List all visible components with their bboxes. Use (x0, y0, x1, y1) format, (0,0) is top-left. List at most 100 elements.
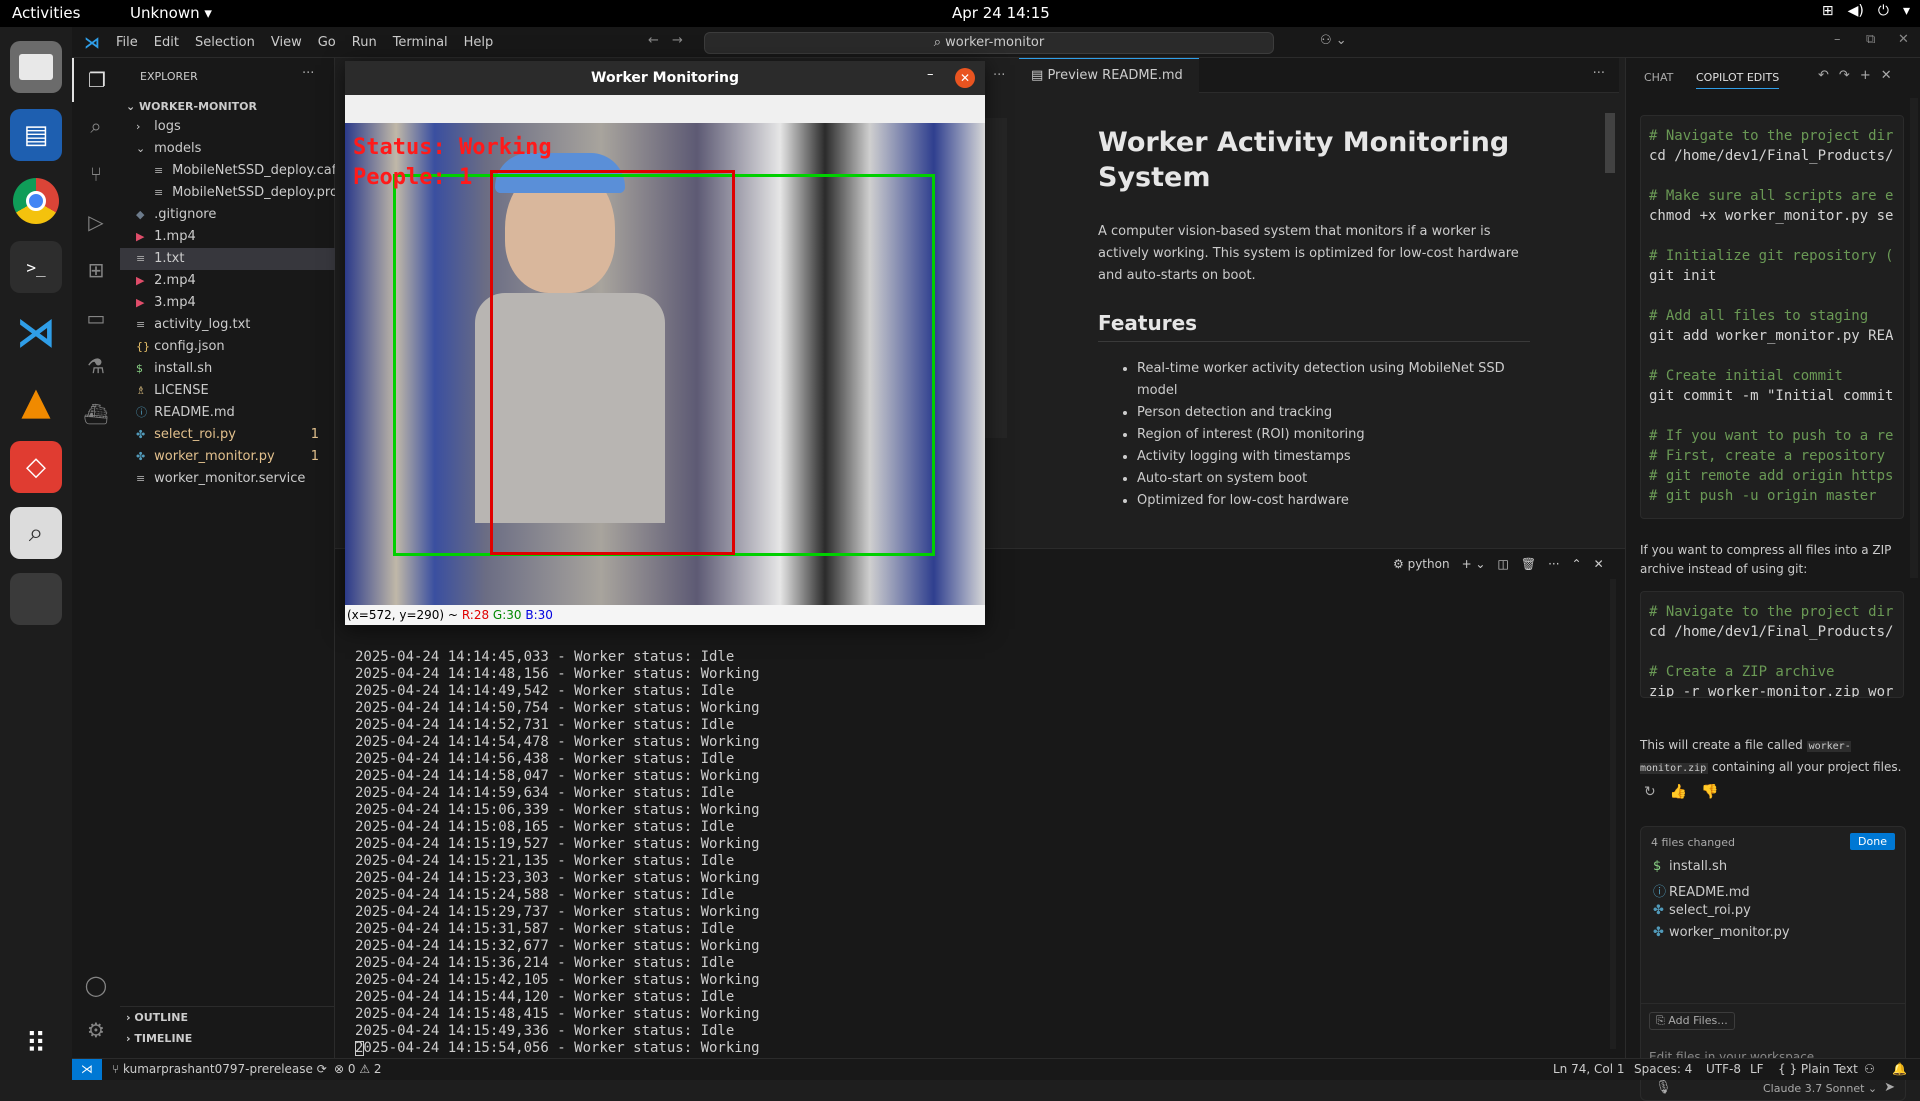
cv-window-title-bar[interactable]: Worker Monitoring (345, 61, 985, 95)
undo-icon[interactable]: ↶ (1818, 68, 1829, 83)
changed-file-item[interactable]: ✤ worker_monitor.py (1653, 925, 1790, 940)
file-item[interactable]: ≡ 1.txt (120, 248, 335, 270)
menu-help[interactable]: Help (464, 35, 494, 50)
explorer-icon[interactable]: ❐ (72, 58, 120, 102)
menu-selection[interactable]: Selection (195, 35, 255, 50)
new-edit-session-icon[interactable]: + (1860, 68, 1871, 83)
workspace-root[interactable]: ⌄ WORKER-MONITOR (120, 96, 335, 118)
folder-item[interactable]: ⌄ models (120, 138, 335, 160)
chrome-app-icon[interactable] (10, 175, 62, 227)
file-item[interactable]: ▶ 3.mp4 (120, 292, 335, 314)
file-item[interactable]: ♗ LICENSE (120, 380, 335, 402)
source-control-icon[interactable]: ⑂ (72, 152, 120, 196)
minimize-icon[interactable]: – (1834, 32, 1841, 47)
changed-file-item[interactable]: $ install.sh (1653, 859, 1727, 874)
command-center-search[interactable]: ⌕ worker-monitor (704, 32, 1274, 54)
branch-indicator[interactable]: ⑂ kumarprashant0797-prerelease ⟳ (112, 1059, 327, 1080)
indentation[interactable]: Spaces: 4 (1634, 1059, 1692, 1080)
menu-file[interactable]: File (116, 35, 138, 50)
file-item[interactable]: {} config.json (120, 336, 335, 358)
file-item[interactable]: ≡ MobileNetSSD_deploy.pro... (120, 182, 335, 204)
done-button[interactable]: Done (1850, 833, 1895, 850)
cv-minimize-icon[interactable]: – (927, 67, 934, 82)
search-app-icon[interactable]: ⌕ (10, 507, 62, 559)
search-icon[interactable]: ⌕ (72, 104, 120, 148)
app-menu[interactable]: Unknown ▾ (130, 4, 212, 22)
file-item[interactable]: ⓘ README.md (120, 402, 335, 424)
minimap[interactable] (985, 118, 1007, 438)
retry-icon[interactable]: ↻ (1644, 784, 1656, 800)
run-debug-icon[interactable]: ▷ (72, 200, 120, 244)
menu-terminal[interactable]: Terminal (393, 35, 448, 50)
file-item[interactable]: ≡ MobileNetSSD_deploy.caff... (120, 160, 335, 182)
chat-scrollbar[interactable] (1910, 98, 1918, 578)
file-item[interactable]: ▶ 1.mp4 (120, 226, 335, 248)
new-terminal-icon[interactable]: + ⌄ (1462, 557, 1486, 571)
file-item[interactable]: $ install.sh (120, 358, 335, 380)
files-app-icon[interactable] (10, 41, 62, 93)
redo-icon[interactable]: ↷ (1839, 68, 1850, 83)
running-app-icon[interactable] (10, 573, 62, 625)
add-files-button[interactable]: ⎘ Add Files... (1649, 1012, 1735, 1030)
copilot-icon[interactable]: ⚇ ⌄ (1320, 33, 1347, 48)
model-picker[interactable]: Claude 3.7 Sonnet ⌄ (1763, 1082, 1877, 1095)
send-icon[interactable]: ➤ (1884, 1080, 1895, 1095)
close-icon[interactable]: ✕ (1898, 32, 1909, 47)
file-item[interactable]: ≡ worker_monitor.service (120, 468, 335, 490)
menu-go[interactable]: Go (318, 35, 336, 50)
file-item[interactable]: ◆ .gitignore (120, 204, 335, 226)
end-of-line[interactable]: LF (1750, 1059, 1764, 1080)
timeline-section[interactable]: › TIMELINE (120, 1028, 335, 1050)
remote-indicator-icon[interactable]: ⋊ (72, 1059, 102, 1080)
remote-explorer-icon[interactable]: ▭ (72, 296, 120, 340)
extensions-icon[interactable]: ⊞ (72, 248, 120, 292)
file-item[interactable]: ≡ activity_log.txt (120, 314, 335, 336)
changed-file-item[interactable]: ⓘ README.md (1653, 881, 1750, 900)
folder-item[interactable]: › logs (120, 116, 335, 138)
file-item[interactable]: ✤ select_roi.py 1 (120, 424, 335, 446)
thumbs-up-icon[interactable]: 👍 (1670, 784, 1687, 800)
close-panel-icon[interactable]: ✕ (1594, 557, 1604, 571)
notifications-icon[interactable]: 🔔 (1892, 1059, 1907, 1080)
forward-arrow-icon[interactable]: → (672, 33, 683, 48)
terminal-app-icon[interactable]: >_ (10, 241, 62, 293)
vlc-app-icon[interactable]: ▲ (10, 375, 62, 427)
cv-close-icon[interactable]: ✕ (955, 68, 975, 88)
copilot-status-icon[interactable]: ⚇ (1864, 1059, 1875, 1080)
back-arrow-icon[interactable]: ← (648, 33, 659, 48)
cursor-position[interactable]: Ln 74, Col 1 (1553, 1059, 1625, 1080)
close-chat-icon[interactable]: ✕ (1881, 68, 1892, 83)
encoding[interactable]: UTF-8 (1706, 1059, 1741, 1080)
file-item[interactable]: ▶ 2.mp4 (120, 270, 335, 292)
preview-scrollbar[interactable] (1605, 113, 1615, 173)
worker-monitoring-window[interactable]: Worker Monitoring – ✕ Status: Working Pe… (345, 61, 985, 625)
volume-icon[interactable]: ◀) (1848, 3, 1864, 19)
terminal-python-label[interactable]: ⚙ python (1393, 557, 1450, 571)
split-terminal-icon[interactable]: ◫ (1498, 557, 1509, 571)
network-icon[interactable]: ⊞ (1822, 3, 1834, 19)
changed-file-item[interactable]: ✤ select_roi.py (1653, 903, 1751, 918)
tab-preview-readme[interactable]: ▤ Preview README.md ✕ (1019, 58, 1199, 117)
terminal-scrollbar[interactable] (1610, 579, 1616, 1049)
trash-icon[interactable]: 🗑 (1521, 557, 1536, 571)
menu-run[interactable]: Run (352, 35, 377, 50)
editor-more-icon[interactable]: ··· (993, 68, 1005, 83)
clock[interactable]: Apr 24 14:15 (952, 4, 1050, 22)
writer-app-icon[interactable]: ▤ (10, 109, 62, 161)
menu-view[interactable]: View (271, 35, 302, 50)
outline-section[interactable]: › OUTLINE (120, 1006, 335, 1028)
docker-icon[interactable]: ⛴ (72, 392, 120, 436)
show-apps-icon[interactable]: ⠿ (10, 1017, 62, 1069)
chevron-down-icon[interactable]: ▾ (1903, 3, 1910, 19)
settings-gear-icon[interactable]: ⚙ (72, 1008, 120, 1052)
terminal-more-icon[interactable]: ··· (1548, 557, 1559, 571)
thumbs-down-icon[interactable]: 👎 (1701, 784, 1718, 800)
maximize-icon[interactable]: ⧉ (1866, 32, 1875, 47)
microphone-icon[interactable]: 🎙 (1655, 1080, 1672, 1095)
testing-icon[interactable]: ⚗ (72, 344, 120, 388)
problems-indicator[interactable]: ⊗ 0 ⚠ 2 (334, 1059, 382, 1080)
more-actions-icon[interactable]: ··· (302, 66, 314, 81)
language-mode[interactable]: { } Plain Text (1778, 1059, 1858, 1080)
tab-chat[interactable]: CHAT (1644, 71, 1673, 84)
menu-edit[interactable]: Edit (154, 35, 179, 50)
